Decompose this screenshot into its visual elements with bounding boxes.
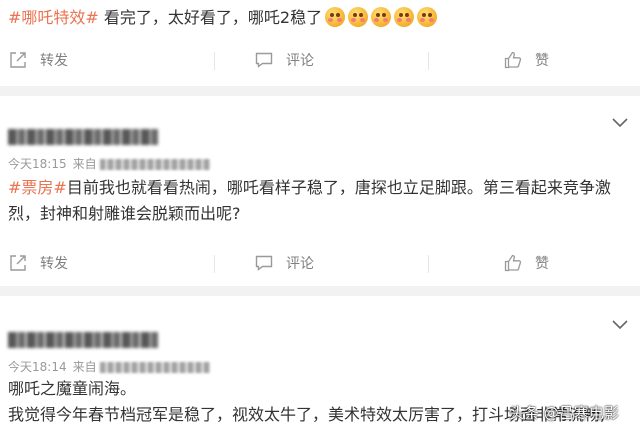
post-source-blurred bbox=[99, 361, 210, 373]
repost-label: 转发 bbox=[40, 256, 68, 272]
comment-label: 评论 bbox=[286, 256, 314, 272]
post-source-prefix: 来自 bbox=[72, 157, 97, 171]
post-body-line1: 目前我也就看看热闹，哪吒看样子稳了，唐探也立足脚跟。第三看起来竞争激 bbox=[66, 178, 611, 197]
post-time: 今天18:15 bbox=[8, 157, 67, 171]
post-body: 看完了，太好看了，哪吒2稳了 bbox=[98, 8, 323, 27]
comment-icon bbox=[255, 52, 273, 68]
repost-button[interactable]: 转发 bbox=[8, 243, 68, 283]
post-source-blurred bbox=[99, 158, 210, 170]
chevron-down-icon[interactable] bbox=[612, 118, 628, 128]
section-divider bbox=[0, 286, 640, 296]
thumbs-up-icon bbox=[504, 254, 522, 272]
separator bbox=[428, 255, 429, 273]
post-source-prefix: 来自 bbox=[72, 360, 97, 374]
post-text: #票房#目前我也就看看热闹，哪吒看样子稳了，唐探也立足脚跟。第三看起来竞争激 烈… bbox=[8, 175, 626, 227]
blush-emoji-icon bbox=[371, 7, 392, 27]
post-body-line2: 烈，封神和射雕谁会脱颖而出呢? bbox=[8, 204, 241, 223]
hashtag-link[interactable]: #票房# bbox=[8, 178, 67, 197]
separator bbox=[428, 52, 429, 70]
post-body-line1: 哪吒之魔童闹海。 bbox=[8, 379, 137, 398]
blush-emoji-icon bbox=[348, 7, 369, 27]
post-time: 今天18:14 bbox=[8, 360, 67, 374]
hashtag-link[interactable]: #哪吒特效# bbox=[8, 8, 99, 27]
action-bar: 转发 评论 赞 bbox=[0, 243, 640, 283]
repost-label: 转发 bbox=[40, 53, 68, 69]
blush-emoji-icon bbox=[417, 7, 438, 27]
username-blurred[interactable] bbox=[8, 332, 158, 348]
blush-emoji-icon bbox=[394, 7, 415, 27]
repost-icon bbox=[10, 255, 26, 271]
section-divider bbox=[0, 86, 640, 96]
username-blurred[interactable] bbox=[8, 129, 158, 145]
post-meta: 今天18:15 来自 bbox=[8, 155, 210, 173]
like-label: 赞 bbox=[535, 53, 549, 69]
blush-emoji-icon bbox=[325, 7, 346, 27]
like-button[interactable]: 赞 bbox=[503, 243, 549, 283]
separator bbox=[214, 255, 215, 273]
thumbs-up-icon bbox=[504, 51, 522, 69]
comment-label: 评论 bbox=[286, 53, 314, 69]
chevron-down-icon[interactable] bbox=[612, 320, 628, 330]
like-button[interactable]: 赞 bbox=[503, 40, 549, 80]
post-text: #哪吒特效# 看完了，太好看了，哪吒2稳了 bbox=[8, 5, 626, 31]
separator bbox=[214, 52, 215, 70]
comment-button[interactable]: 评论 bbox=[254, 40, 314, 80]
repost-icon bbox=[10, 52, 26, 68]
watermark: 头条 @吕寒电影 bbox=[509, 404, 619, 422]
comment-button[interactable]: 评论 bbox=[254, 243, 314, 283]
repost-button[interactable]: 转发 bbox=[8, 40, 68, 80]
emoji-row bbox=[322, 7, 438, 27]
post-meta: 今天18:14 来自 bbox=[8, 358, 210, 376]
action-bar: 转发 评论 赞 bbox=[0, 40, 640, 80]
comment-icon bbox=[255, 255, 273, 271]
like-label: 赞 bbox=[535, 256, 549, 272]
